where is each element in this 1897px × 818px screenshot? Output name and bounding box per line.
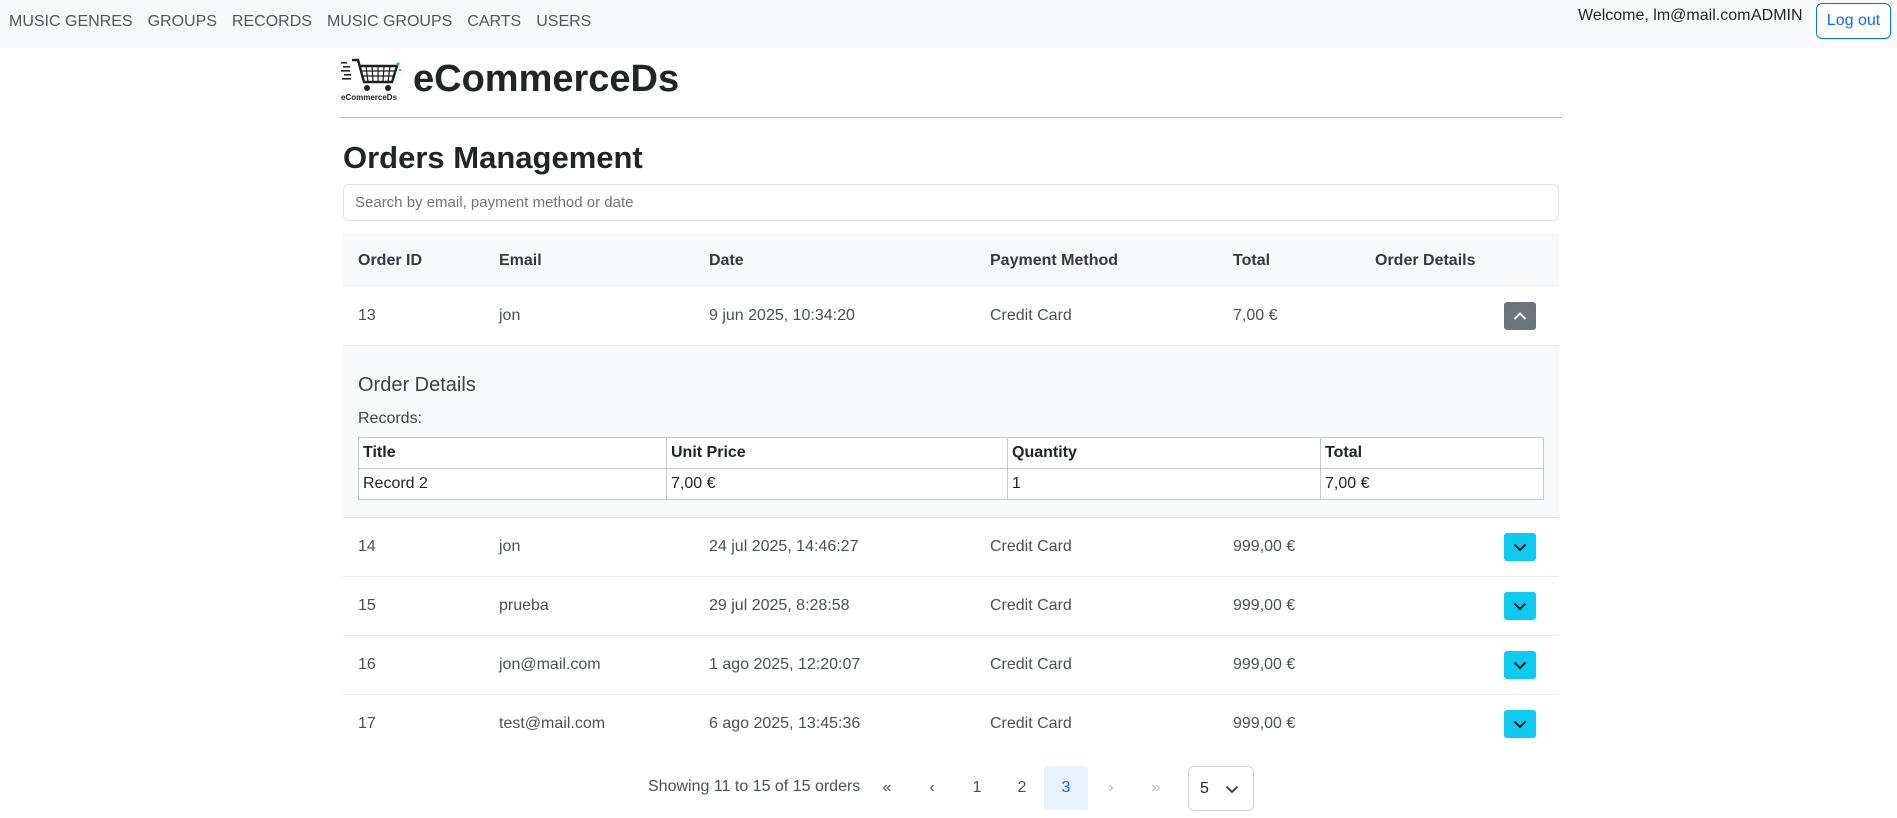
order-date: 24 jul 2025, 14:46:27 [709, 538, 859, 555]
order-payment-method: Credit Card [990, 715, 1072, 732]
nav-link-music-groups[interactable]: MUSIC GROUPS [327, 13, 452, 31]
order-id: 16 [358, 656, 376, 673]
page-size-select[interactable]: 5 [1188, 766, 1254, 811]
brand-header: eCommerceDs eCommerceDs [340, 54, 1562, 118]
order-total: 999,00 € [1233, 538, 1296, 555]
page-button-2[interactable]: 2 [1000, 766, 1044, 810]
order-total: 999,00 € [1233, 597, 1296, 614]
nav-link-groups[interactable]: GROUPS [148, 13, 217, 31]
prev-page-button[interactable]: ‹ [910, 766, 954, 810]
chevron-down-icon [1513, 602, 1527, 611]
header-order-details: Order Details [1375, 252, 1476, 269]
order-email: jon@mail.com [499, 656, 601, 673]
record-title: Record 2 [358, 468, 667, 500]
table-row: 16 jon@mail.com 1 ago 2025, 12:20:07 Cre… [343, 636, 1559, 695]
record-quantity: 1 [1007, 468, 1321, 500]
search-input[interactable] [343, 184, 1559, 221]
header-email: Email [499, 252, 542, 269]
nav-link-carts[interactable]: CARTS [467, 13, 521, 31]
header-payment-method: Payment Method [990, 252, 1119, 269]
order-email: prueba [499, 597, 549, 614]
page-button-3-current[interactable]: 3 [1044, 766, 1088, 810]
order-date: 9 jun 2025, 10:34:20 [709, 307, 855, 324]
order-payment-method: Credit Card [990, 307, 1072, 324]
chevron-up-icon [1513, 312, 1527, 320]
nav-link-music-genres[interactable]: MUSIC GENRES [9, 13, 133, 31]
record-unit-price: 7,00 € [666, 468, 1008, 500]
order-details-subtitle: Records: [358, 410, 423, 427]
expand-details-button[interactable] [1504, 592, 1536, 620]
table-row: 17 test@mail.com 6 ago 2025, 13:45:36 Cr… [343, 695, 1559, 754]
order-id: 15 [358, 597, 376, 614]
order-id: 17 [358, 715, 376, 732]
order-date: 6 ago 2025, 13:45:36 [709, 715, 861, 732]
brand-name[interactable]: eCommerceDs [413, 58, 679, 101]
details-header-total: Total [1320, 437, 1544, 469]
chevron-down-icon [1513, 543, 1527, 552]
details-row: Record 2 7,00 € 1 7,00 € [358, 468, 1544, 500]
pagination: Showing 11 to 15 of 15 orders « ‹ 1 2 3 … [0, 766, 1897, 811]
welcome-text: Welcome, lm@mail.com [1578, 7, 1751, 24]
details-header-title: Title [358, 437, 667, 469]
order-payment-method: Credit Card [990, 597, 1072, 614]
order-details-panel: Order Details Records: Title Unit Price … [343, 346, 1559, 518]
page-button-1[interactable]: 1 [955, 766, 999, 810]
logo-text: eCommerceDs [341, 93, 398, 102]
orders-table-header: Order ID Email Date Payment Method Total… [343, 234, 1559, 287]
chevron-down-icon [1225, 785, 1239, 794]
order-total: 999,00 € [1233, 715, 1296, 732]
expand-details-button[interactable] [1504, 651, 1536, 679]
page-size-value: 5 [1200, 779, 1209, 797]
nav-links: MUSIC GENRES GROUPS RECORDS MUSIC GROUPS… [9, 13, 606, 31]
details-header-quantity: Quantity [1007, 437, 1321, 469]
order-payment-method: Credit Card [990, 538, 1072, 555]
chevron-down-icon [1513, 661, 1527, 670]
order-email: test@mail.com [499, 715, 606, 732]
details-header-unit-price: Unit Price [666, 437, 1008, 469]
order-details-table: Title Unit Price Quantity Total Record 2… [358, 437, 1544, 500]
order-payment-method: Credit Card [990, 656, 1072, 673]
header-order-id: Order ID [358, 252, 423, 269]
logout-button[interactable]: Log out [1816, 3, 1891, 39]
chevron-down-icon [1513, 720, 1527, 729]
last-page-button[interactable]: » [1134, 766, 1178, 810]
collapse-details-button[interactable] [1504, 302, 1536, 330]
header-total: Total [1233, 252, 1271, 269]
order-email: jon [499, 538, 521, 555]
expand-details-button[interactable] [1504, 533, 1536, 561]
expand-details-button[interactable] [1504, 710, 1536, 738]
order-date: 29 jul 2025, 8:28:58 [709, 597, 850, 614]
brand-logo[interactable]: eCommerceDs [340, 56, 402, 102]
shopping-cart-logo-icon: eCommerceDs [341, 58, 402, 102]
header-date: Date [709, 252, 744, 269]
order-id: 13 [358, 307, 376, 324]
record-total: 7,00 € [1320, 468, 1544, 500]
order-date: 1 ago 2025, 12:20:07 [709, 656, 861, 673]
order-email: jon [499, 307, 521, 324]
order-total: 999,00 € [1233, 656, 1296, 673]
nav-link-users[interactable]: USERS [536, 13, 591, 31]
order-details-title: Order Details [358, 374, 476, 396]
pagination-summary: Showing 11 to 15 of 15 orders [648, 778, 861, 795]
table-row: 13 jon 9 jun 2025, 10:34:20 Credit Card … [343, 287, 1559, 346]
nav-link-records[interactable]: RECORDS [232, 13, 312, 31]
order-id: 14 [358, 538, 376, 555]
user-role: ADMIN [1751, 7, 1803, 24]
orders-table: Order ID Email Date Payment Method Total… [343, 234, 1559, 754]
next-page-button[interactable]: › [1089, 766, 1133, 810]
table-row: 14 jon 24 jul 2025, 14:46:27 Credit Card… [343, 518, 1559, 577]
first-page-button[interactable]: « [865, 766, 909, 810]
order-total: 7,00 € [1233, 307, 1278, 324]
page-title: Orders Management [343, 140, 643, 175]
top-navbar: MUSIC GENRES GROUPS RECORDS MUSIC GROUPS… [0, 0, 1897, 48]
table-row: 15 prueba 29 jul 2025, 8:28:58 Credit Ca… [343, 577, 1559, 636]
